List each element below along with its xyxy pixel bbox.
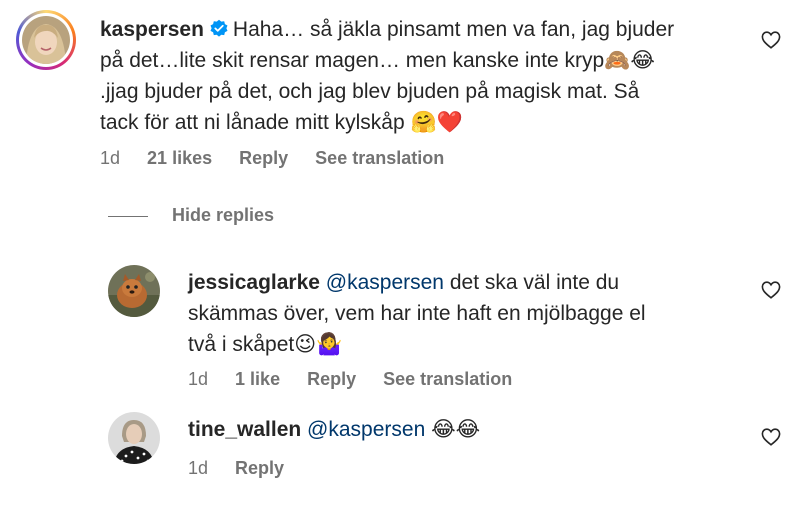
- comment-text-line: tack för att ni lånade mitt kylskåp 🤗❤️: [100, 111, 463, 134]
- reply-text-line: det ska väl inte du: [449, 271, 620, 294]
- like-heart-icon[interactable]: [761, 31, 781, 49]
- comment-meta: 1d 21 likes Reply See translation: [100, 148, 466, 169]
- comment-text-line: .jjag bjuder på det, och jag blev bjuden…: [100, 80, 640, 103]
- reply-time[interactable]: 1d: [188, 369, 208, 389]
- comment-body: kaspersen Haha… så jäkla pinsamt men va f…: [100, 14, 740, 138]
- reply-meta: 1d Reply: [188, 458, 306, 479]
- comment-time[interactable]: 1d: [100, 148, 120, 168]
- reply-text-line: två i skåpet😉🤷‍♀️: [188, 333, 343, 356]
- reply-username[interactable]: tine_wallen: [188, 418, 301, 441]
- mention-link[interactable]: @kaspersen: [326, 271, 444, 294]
- verified-badge-icon: [210, 19, 228, 37]
- like-heart-icon[interactable]: [761, 428, 781, 446]
- reply-body: tine_wallen @kaspersen 😂😂: [188, 414, 728, 445]
- see-translation-button[interactable]: See translation: [315, 148, 444, 168]
- reply-text-line: skämmas över, vem har inte haft en mjölb…: [188, 302, 646, 325]
- avatar[interactable]: [108, 265, 160, 317]
- hide-replies-button[interactable]: Hide replies: [108, 205, 274, 226]
- see-translation-button[interactable]: See translation: [383, 369, 512, 389]
- avatar[interactable]: [16, 10, 76, 70]
- reply-username[interactable]: jessicaglarke: [188, 271, 320, 294]
- comment-text-line: Haha… så jäkla pinsamt men va fan, jag b…: [232, 18, 675, 41]
- profile-photo-jessicaglarke: [108, 265, 160, 317]
- like-heart-icon[interactable]: [761, 281, 781, 299]
- comment-username[interactable]: kaspersen: [100, 18, 204, 41]
- reply-meta: 1d 1 like Reply See translation: [188, 369, 534, 390]
- mention-link[interactable]: @kaspersen: [307, 418, 425, 441]
- like-count[interactable]: 1 like: [235, 369, 280, 389]
- reply-text: 😂😂: [431, 418, 481, 441]
- like-count[interactable]: 21 likes: [147, 148, 212, 168]
- reply-button[interactable]: Reply: [239, 148, 288, 168]
- reply-body: jessicaglarke @kaspersen det ska väl int…: [188, 267, 728, 360]
- reply-time[interactable]: 1d: [188, 458, 208, 478]
- avatar[interactable]: [108, 412, 160, 464]
- hide-replies-label: Hide replies: [172, 205, 275, 225]
- reply-button[interactable]: Reply: [307, 369, 356, 389]
- reply-button[interactable]: Reply: [235, 458, 284, 478]
- comment-text-line: på det…lite skit rensar magen… men kansk…: [100, 49, 655, 72]
- divider-line: [108, 215, 148, 217]
- profile-photo-kaspersen: [22, 16, 70, 64]
- profile-photo-tine-wallen: [108, 412, 160, 464]
